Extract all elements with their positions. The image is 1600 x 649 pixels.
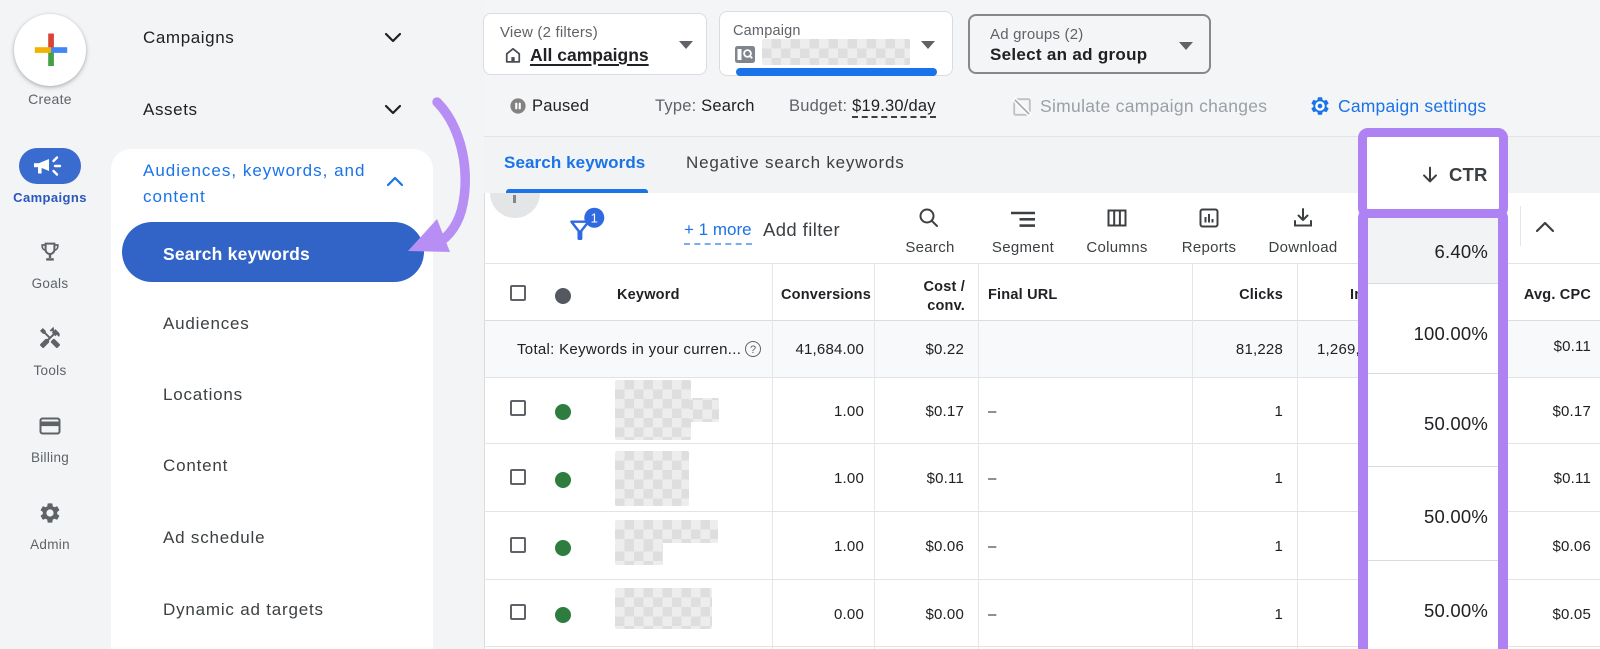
svg-text:1: 1	[591, 210, 598, 225]
